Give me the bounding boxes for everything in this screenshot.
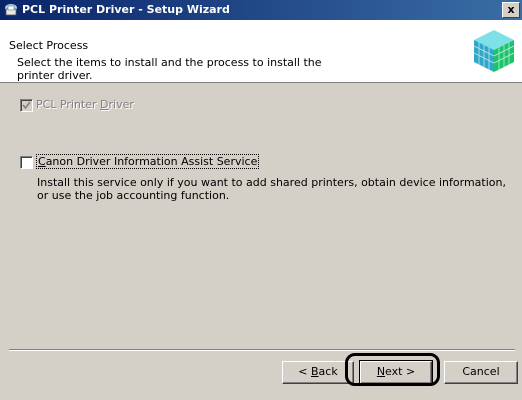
pcl-driver-checkbox[interactable] [20, 99, 33, 112]
checkmark-icon [22, 101, 31, 110]
cancel-button[interactable]: Cancel [444, 361, 518, 384]
pcl-driver-label: PCL Printer Driver [36, 98, 134, 111]
install-package-icon [473, 30, 515, 72]
page-description: Select the items to install and the proc… [17, 56, 322, 82]
page-title: Select Process [9, 39, 89, 52]
canon-assist-service-checkbox[interactable] [20, 156, 33, 169]
next-button-highlight [345, 353, 440, 386]
close-icon: x [507, 3, 515, 16]
back-button[interactable]: < Back [282, 361, 354, 384]
close-button[interactable]: x [502, 2, 520, 18]
canon-assist-service-description: Install this service only if you want to… [37, 176, 506, 202]
window-title: PCL Printer Driver - Setup Wizard [22, 3, 230, 16]
printer-setup-icon [5, 4, 17, 16]
setup-wizard-window: PCL Printer Driver - Setup Wizard x Sele… [0, 0, 522, 400]
title-bar[interactable]: PCL Printer Driver - Setup Wizard x [0, 0, 522, 20]
wizard-header: Select Process Select the items to insta… [0, 20, 522, 83]
footer-divider [9, 349, 515, 351]
canon-assist-service-label[interactable]: Canon Driver Information Assist Service [36, 154, 260, 169]
